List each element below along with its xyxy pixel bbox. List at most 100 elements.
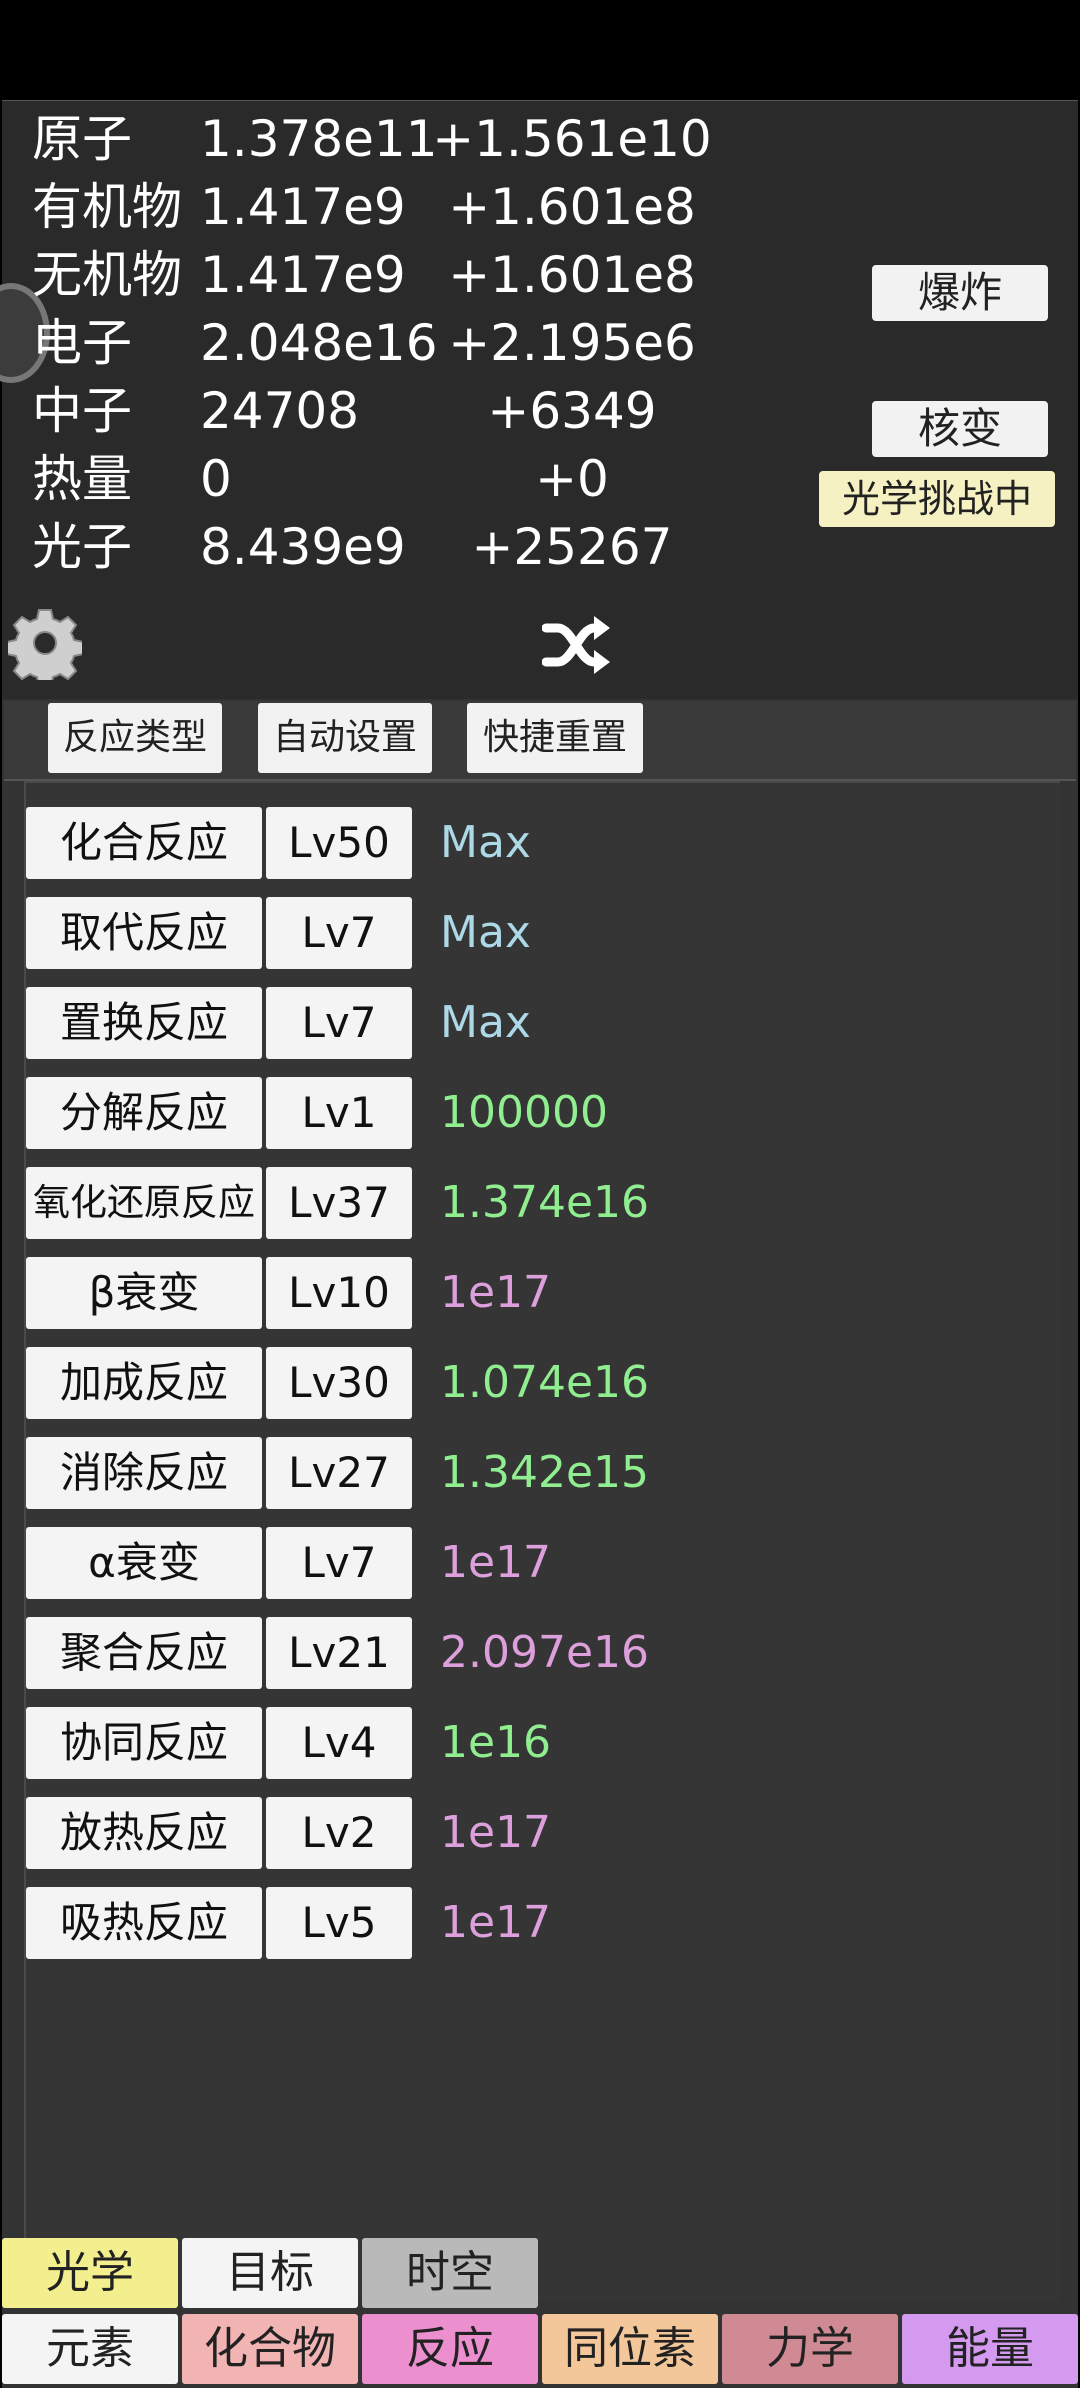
resource-name: 光子: [32, 518, 132, 576]
resource-name: 原子: [32, 110, 132, 168]
resource-rate: +1.601e8: [448, 246, 696, 304]
reaction-value: 100000: [440, 1087, 608, 1138]
list-item: 放热反应 Lv2 1e17: [26, 1797, 926, 1869]
resource-panel: 原子 1.378e11 +1.561e10 有机物 1.417e9 +1.601…: [0, 101, 1078, 699]
list-item: 取代反应 Lv7 Max: [26, 897, 926, 969]
resource-row: 有机物 1.417e9 +1.601e8: [2, 173, 802, 241]
reaction-level-button[interactable]: Lv37: [266, 1167, 412, 1239]
resource-rate: +1.561e10: [432, 110, 712, 168]
resource-rate: +0: [535, 450, 609, 508]
resource-row: 中子 24708 +6349: [2, 377, 802, 445]
list-item: β衰变 Lv10 1e17: [26, 1257, 926, 1329]
reaction-value: 1e16: [440, 1717, 552, 1768]
resource-value: 24708: [200, 382, 360, 440]
reaction-value: 1e17: [440, 1897, 552, 1948]
resource-row: 光子 8.439e9 +25267: [2, 513, 802, 581]
resource-row: 热量 0 +0: [2, 445, 802, 513]
tab-goals[interactable]: 目标: [182, 2238, 358, 2308]
reaction-name-button[interactable]: α衰变: [26, 1527, 262, 1599]
reaction-level-button[interactable]: Lv7: [266, 897, 412, 969]
tab-auto-settings[interactable]: 自动设置: [258, 703, 432, 773]
reaction-level-button[interactable]: Lv27: [266, 1437, 412, 1509]
reaction-value: 2.097e16: [440, 1627, 650, 1678]
reaction-value: 1.342e15: [440, 1447, 650, 1498]
gear-icon[interactable]: [8, 606, 82, 680]
tab-quick-reset[interactable]: 快捷重置: [467, 703, 643, 773]
app-window: 原子 1.378e11 +1.561e10 有机物 1.417e9 +1.601…: [0, 100, 1078, 2388]
reaction-level-button[interactable]: Lv5: [266, 1887, 412, 1959]
reaction-name-button[interactable]: β衰变: [26, 1257, 262, 1329]
challenge-status-button[interactable]: 光学挑战中: [819, 471, 1055, 527]
list-item: 加成反应 Lv30 1.074e16: [26, 1347, 926, 1419]
resource-value: 8.439e9: [200, 518, 406, 576]
list-item: 分解反应 Lv1 100000: [26, 1077, 926, 1149]
resource-name: 电子: [32, 314, 132, 372]
list-item: 吸热反应 Lv5 1e17: [26, 1887, 926, 1959]
resource-row: 电子 2.048e16 +2.195e6: [2, 309, 802, 377]
list-item: 协同反应 Lv4 1e16: [26, 1707, 926, 1779]
list-item: 消除反应 Lv27 1.342e15: [26, 1437, 926, 1509]
tab-mechanics[interactable]: 力学: [722, 2314, 898, 2384]
tab-spacetime[interactable]: 时空: [362, 2238, 538, 2308]
fission-button[interactable]: 核变: [872, 401, 1048, 457]
resource-name: 中子: [32, 382, 132, 440]
list-item: α衰变 Lv7 1e17: [26, 1527, 926, 1599]
reaction-name-button[interactable]: 化合反应: [26, 807, 262, 879]
tab-optics[interactable]: 光学: [2, 2238, 178, 2308]
reaction-level-button[interactable]: Lv7: [266, 987, 412, 1059]
reaction-level-button[interactable]: Lv1: [266, 1077, 412, 1149]
shuffle-icon[interactable]: [542, 614, 612, 676]
reaction-list: 化合反应 Lv50 Max 取代反应 Lv7 Max 置换反应 Lv7 Max …: [24, 781, 1060, 2301]
reaction-value: Max: [440, 817, 531, 868]
resource-value: 1.417e9: [200, 246, 406, 304]
reaction-level-button[interactable]: Lv4: [266, 1707, 412, 1779]
reaction-name-button[interactable]: 放热反应: [26, 1797, 262, 1869]
reaction-name-button[interactable]: 吸热反应: [26, 1887, 262, 1959]
status-bar: [0, 0, 1080, 100]
bottom-tab-row-2: 元素 化合物 反应 同位素 力学 能量: [0, 2314, 1080, 2388]
reaction-value: 1.374e16: [440, 1177, 650, 1228]
resource-rate: +1.601e8: [448, 178, 696, 236]
reaction-level-button[interactable]: Lv10: [266, 1257, 412, 1329]
resource-value: 0: [200, 450, 232, 508]
resource-row: 无机物 1.417e9 +1.601e8: [2, 241, 802, 309]
tab-energy[interactable]: 能量: [902, 2314, 1078, 2384]
tab-elements[interactable]: 元素: [2, 2314, 178, 2384]
reaction-level-button[interactable]: Lv2: [266, 1797, 412, 1869]
tab-reaction-type[interactable]: 反应类型: [48, 703, 222, 773]
reaction-level-button[interactable]: Lv30: [266, 1347, 412, 1419]
reaction-value: 1e17: [440, 1807, 552, 1858]
reaction-value: 1.074e16: [440, 1357, 650, 1408]
resource-rate: +25267: [471, 518, 673, 576]
resource-row: 原子 1.378e11 +1.561e10: [2, 105, 802, 173]
resource-rate: +6349: [487, 382, 657, 440]
list-item: 置换反应 Lv7 Max: [26, 987, 926, 1059]
tab-reactions[interactable]: 反应: [362, 2314, 538, 2384]
list-item: 化合反应 Lv50 Max: [26, 807, 926, 879]
reaction-name-button[interactable]: 聚合反应: [26, 1617, 262, 1689]
reaction-value: 1e17: [440, 1267, 552, 1318]
reaction-name-button[interactable]: 置换反应: [26, 987, 262, 1059]
reaction-name-button[interactable]: 氧化还原反应: [26, 1167, 262, 1239]
resource-name: 有机物: [32, 178, 182, 236]
explode-button[interactable]: 爆炸: [872, 265, 1048, 321]
resource-rate: +2.195e6: [448, 314, 696, 372]
resource-value: 1.417e9: [200, 178, 406, 236]
reaction-name-button[interactable]: 分解反应: [26, 1077, 262, 1149]
tab-isotopes[interactable]: 同位素: [542, 2314, 718, 2384]
tab-compounds[interactable]: 化合物: [182, 2314, 358, 2384]
reaction-level-button[interactable]: Lv50: [266, 807, 412, 879]
reaction-name-button[interactable]: 取代反应: [26, 897, 262, 969]
resource-name: 热量: [32, 450, 132, 508]
reaction-level-button[interactable]: Lv7: [266, 1527, 412, 1599]
reaction-name-button[interactable]: 协同反应: [26, 1707, 262, 1779]
reaction-name-button[interactable]: 加成反应: [26, 1347, 262, 1419]
list-item: 聚合反应 Lv21 2.097e16: [26, 1617, 926, 1689]
reaction-value: 1e17: [440, 1537, 552, 1588]
reaction-name-button[interactable]: 消除反应: [26, 1437, 262, 1509]
reaction-level-button[interactable]: Lv21: [266, 1617, 412, 1689]
list-item: 氧化还原反应 Lv37 1.374e16: [26, 1167, 926, 1239]
resource-name: 无机物: [32, 246, 182, 304]
reaction-value: Max: [440, 907, 531, 958]
bottom-tab-row-1: 光学 目标 时空: [0, 2238, 1080, 2310]
